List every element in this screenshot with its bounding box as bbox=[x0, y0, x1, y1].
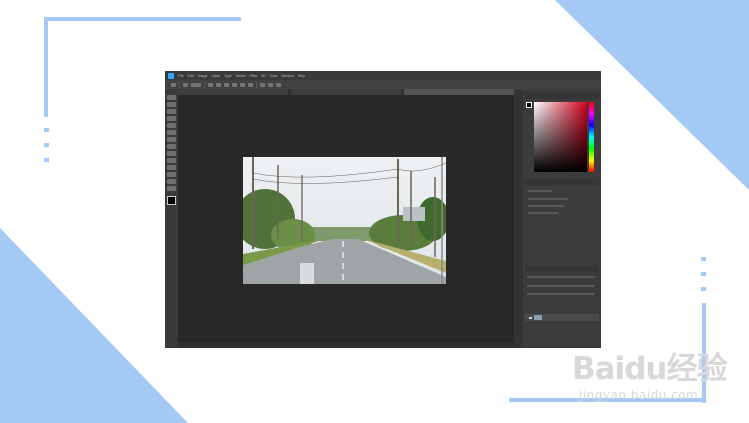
panel-dock bbox=[514, 89, 601, 348]
layer-filter-bar[interactable] bbox=[527, 276, 595, 278]
menu-select[interactable]: Select bbox=[236, 74, 246, 78]
3d-mode-icon[interactable] bbox=[276, 82, 281, 87]
healing-brush-tool-icon[interactable] bbox=[167, 137, 176, 142]
layers-panel-tabs bbox=[525, 265, 599, 272]
menu-type[interactable]: Type bbox=[224, 74, 232, 78]
menu-help[interactable]: Help bbox=[298, 74, 305, 78]
options-bar bbox=[165, 80, 601, 89]
divider bbox=[179, 81, 180, 88]
pen-tool-icon[interactable] bbox=[167, 172, 176, 177]
watermark-logo-latin: Bai bbox=[572, 351, 625, 387]
properties-line bbox=[528, 198, 568, 200]
clone-stamp-tool-icon[interactable] bbox=[167, 151, 176, 156]
menu-3d[interactable]: 3D bbox=[261, 74, 265, 78]
quick-select-tool-icon[interactable] bbox=[167, 116, 176, 121]
menu-window[interactable]: Window bbox=[281, 74, 293, 78]
align-right-icon[interactable] bbox=[224, 82, 229, 87]
bottom-left-triangle bbox=[0, 228, 188, 423]
menu-image[interactable]: Image bbox=[198, 74, 208, 78]
properties-line bbox=[528, 190, 552, 192]
align-middle-icon[interactable] bbox=[240, 82, 245, 87]
canvas-photo[interactable] bbox=[243, 157, 446, 284]
align-left-icon[interactable] bbox=[208, 82, 213, 87]
marquee-tool-icon[interactable] bbox=[167, 102, 176, 107]
divider bbox=[204, 81, 205, 88]
distribute-icon[interactable] bbox=[268, 82, 273, 87]
top-left-bracket-vertical bbox=[44, 17, 48, 117]
layer-dropdown[interactable] bbox=[191, 82, 201, 87]
move-tool-option-icon[interactable] bbox=[171, 82, 176, 87]
collapsed-panel-icons[interactable] bbox=[514, 89, 523, 348]
top-left-bracket-horizontal bbox=[44, 17, 241, 21]
blend-mode-bar[interactable] bbox=[527, 285, 595, 287]
status-bar bbox=[178, 342, 514, 348]
gradient-tool-icon[interactable] bbox=[167, 165, 176, 170]
type-tool-icon[interactable] bbox=[167, 179, 176, 184]
menu-view[interactable]: View bbox=[270, 74, 278, 78]
foreground-color-swatch[interactable] bbox=[167, 196, 176, 205]
color-picker-field[interactable] bbox=[534, 102, 587, 172]
menu-edit[interactable]: Edit bbox=[188, 74, 194, 78]
lock-bar[interactable] bbox=[527, 293, 595, 295]
tools-panel bbox=[165, 89, 178, 348]
properties-line bbox=[528, 212, 558, 214]
brush-tool-icon[interactable] bbox=[167, 144, 176, 149]
photoshop-window: File Edit Image Layer Type Select Filter… bbox=[165, 71, 601, 348]
menu-layer[interactable]: Layer bbox=[211, 74, 220, 78]
layer-row[interactable] bbox=[525, 314, 599, 321]
move-tool-icon[interactable] bbox=[167, 95, 176, 100]
menu-file[interactable]: File bbox=[178, 74, 184, 78]
properties-line bbox=[528, 205, 564, 207]
menu-bar: File Edit Image Layer Type Select Filter… bbox=[165, 71, 601, 80]
color-panel-tabs bbox=[525, 92, 599, 99]
align-center-icon[interactable] bbox=[216, 82, 221, 87]
watermark-url: jingyan.baidu.com bbox=[579, 388, 699, 402]
layer-thumbnail bbox=[534, 315, 542, 320]
traffic-post bbox=[300, 263, 314, 284]
distribute-icon[interactable] bbox=[260, 82, 265, 87]
eyedropper-tool-icon[interactable] bbox=[167, 130, 176, 135]
photoshop-logo-icon bbox=[168, 72, 174, 79]
baidu-watermark-logo: Baidu经验 bbox=[572, 343, 727, 388]
eye-icon[interactable] bbox=[529, 316, 532, 319]
auto-select-checkbox[interactable] bbox=[183, 82, 188, 87]
divider bbox=[256, 81, 257, 88]
menu-filter[interactable]: Filter bbox=[250, 74, 258, 78]
building bbox=[403, 207, 425, 221]
align-top-icon[interactable] bbox=[232, 82, 237, 87]
properties-panel-tabs bbox=[525, 179, 599, 186]
hand-tool-icon[interactable] bbox=[167, 186, 176, 191]
hue-slider[interactable] bbox=[589, 102, 594, 172]
crop-tool-icon[interactable] bbox=[167, 123, 176, 128]
align-bottom-icon[interactable] bbox=[248, 82, 253, 87]
eraser-tool-icon[interactable] bbox=[167, 158, 176, 163]
lasso-tool-icon[interactable] bbox=[167, 109, 176, 114]
color-panel-swatches[interactable] bbox=[526, 102, 532, 108]
watermark-logo-cn: du经验 bbox=[624, 351, 727, 387]
